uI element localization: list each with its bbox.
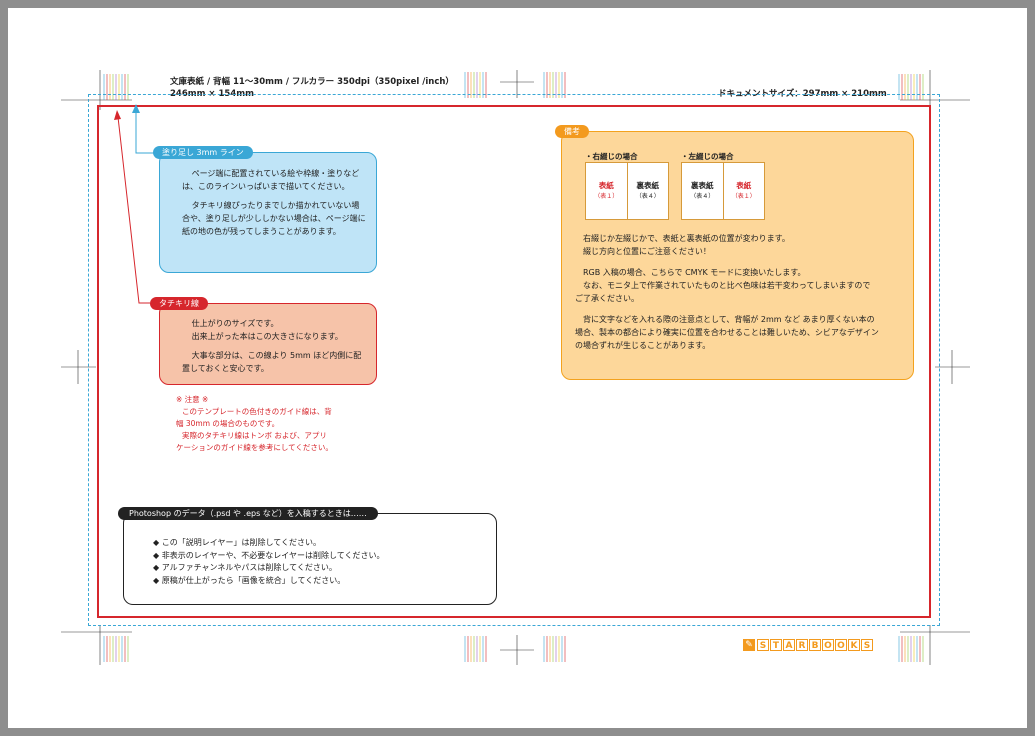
remarks-line: 右綴じか左綴じかで、表紙と裏表紙の位置が変わります。	[583, 234, 790, 243]
pen-icon: ✎	[743, 639, 755, 651]
logo-letter: S	[861, 639, 873, 651]
right-binding-diagram: 表紙 （表１） 裏表紙 （表４）	[585, 162, 669, 220]
right-binding-label: ・右綴じの場合	[585, 152, 638, 161]
back-cover-cell: 裏表紙 （表４）	[626, 163, 669, 219]
list-item: ◆ 非表示のレイヤーや、不必要なレイヤーは削除してください。	[153, 550, 385, 560]
guide-note: ※ 注意 ※ このテンプレートの色付きのガイド線は、背 幅 30mm の場合のも…	[176, 394, 333, 454]
photoshop-list: ◆ この「説明レイヤー」は削除してください。 ◆ 非表示のレイヤーや、不必要なレ…	[153, 537, 385, 587]
bleed-para-2: タチキリ線ぴったりまでしか描かれていない場合や、塗り足しが少ししかない場合は、ペ…	[182, 201, 366, 236]
remarks-line: 場合、製本の都合により確実に位置を合わせることは難しいため、シビアなデザイン	[575, 328, 879, 337]
bleed-info-text: ページ端に配置されている絵や枠線・塗りなどは、このラインいっぱいまで描いてくださ…	[182, 167, 366, 244]
trim-tag: タチキリ線	[150, 297, 208, 310]
remarks-line: の場合ずれが生じることがあります。	[575, 341, 711, 350]
note-line-1: このテンプレートの色付きのガイド線は、背	[182, 407, 332, 416]
remarks-tag: 備考	[555, 125, 589, 138]
logo-letter: O	[835, 639, 847, 651]
note-line-3: 実際のタチキリ線はトンボ および、アプリ	[182, 431, 327, 440]
remarks-line: 綴じ方向と位置にご注意ください！	[583, 247, 711, 256]
logo-letter: S	[757, 639, 769, 651]
front-cover-cell: 表紙 （表１）	[722, 163, 765, 219]
list-item: ◆ 原稿が仕上がったら「画像を統合」してください。	[153, 575, 346, 585]
remarks-line: ご了承ください。	[575, 294, 639, 303]
remarks-text: 右綴じか左綴じかで、表紙と裏表紙の位置が変わります。 綴じ方向と位置にご注意くだ…	[575, 232, 879, 352]
trim-line-2: 出来上がった本はこの大きさになります。	[191, 332, 343, 341]
note-line-4: ケーションのガイド線を参考にしてください。	[176, 443, 333, 452]
logo-letter: K	[848, 639, 860, 651]
list-item: ◆ アルファチャンネルやパスは削除してください。	[153, 563, 337, 572]
back-cover-cell: 裏表紙 （表４）	[690, 181, 715, 200]
left-binding-diagram: 裏表紙 （表４） 表紙 （表１）	[681, 162, 765, 220]
logo-letter: R	[796, 639, 808, 651]
bleed-tag: 塗り足し 3mm ライン	[153, 146, 253, 159]
starbooks-logo: ✎ S T A R B O O K S	[743, 638, 874, 652]
front-cover-cell: 表紙 （表１）	[594, 181, 619, 200]
logo-letter: O	[822, 639, 834, 651]
bleed-para-1: ページ端に配置されている絵や枠線・塗りなどは、このラインいっぱいまで描いてくださ…	[182, 169, 360, 191]
trim-line-1: 仕上がりのサイズです。	[191, 319, 279, 328]
left-binding-label: ・左綴じの場合	[681, 152, 734, 161]
photoshop-tag: Photoshop のデータ（.psd や .eps など）を入稿するときは……	[118, 507, 378, 520]
list-item: ◆ この「説明レイヤー」は削除してください。	[153, 538, 321, 547]
remarks-line: RGB 入稿の場合、こちらで CMYK モードに変換いたします。	[583, 268, 806, 277]
logo-letter: B	[809, 639, 821, 651]
trim-info-text: 仕上がりのサイズです。 出来上がった本はこの大きさになります。 大事な部分は、こ…	[182, 317, 366, 381]
remarks-line: 背に文字などを入れる際の注意点として、背幅が 2mm など あまり厚くない本の	[583, 315, 875, 324]
logo-letter: A	[783, 639, 795, 651]
note-title: ※ 注意 ※	[176, 395, 209, 404]
trim-para-2: 大事な部分は、この線より 5mm ほど内側に配置しておくと安心です。	[182, 351, 362, 373]
remarks-line: なお、モニタ上で作業されていたものと比べ色味は若干変わってしまいますので	[583, 281, 871, 290]
note-line-2: 幅 30mm の場合のものです。	[176, 419, 280, 428]
logo-letter: T	[770, 639, 782, 651]
